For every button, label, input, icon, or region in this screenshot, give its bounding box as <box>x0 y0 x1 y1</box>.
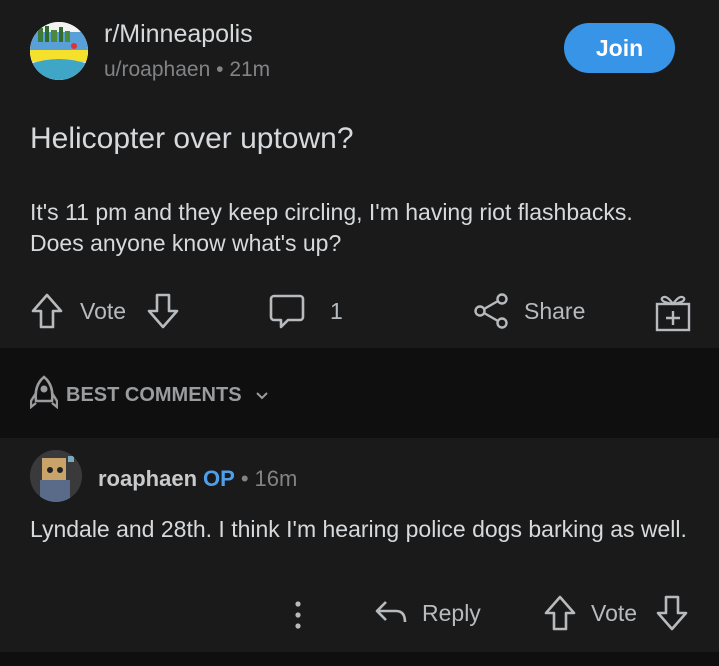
comment-separator: • <box>240 466 249 491</box>
share-label: Share <box>524 297 586 324</box>
comment-actions: Reply Vote <box>0 592 719 638</box>
comment-text: Lyndale and 28th. I think I'm hearing po… <box>30 516 687 542</box>
bottom-divider <box>0 652 719 666</box>
more-vertical-icon <box>288 598 308 632</box>
subreddit-name[interactable]: r/Minneapolis <box>104 20 253 49</box>
comment-time: 16m <box>254 466 298 491</box>
more-options-button[interactable] <box>288 598 308 632</box>
post-actions: Vote 1 Share <box>0 288 719 334</box>
upvote-icon[interactable] <box>30 292 64 330</box>
post-body: It's 11 pm and they keep circling, I'm h… <box>30 199 633 256</box>
comment-upvote-icon[interactable] <box>543 594 577 632</box>
op-badge: OP <box>203 466 235 491</box>
comments-button[interactable]: 1 <box>268 292 343 330</box>
comment-vote-group: Vote <box>543 594 689 632</box>
subreddit-avatar[interactable] <box>30 22 88 80</box>
chevron-down-icon <box>254 384 270 407</box>
sort-label: BEST COMMENTS <box>66 383 242 406</box>
join-button[interactable]: Join <box>564 23 675 73</box>
vote-label: Vote <box>80 297 127 324</box>
gift-icon <box>654 292 692 332</box>
post-time: 21m <box>229 58 271 81</box>
share-icon <box>472 292 510 330</box>
reply-button[interactable]: Reply <box>374 598 481 628</box>
award-button[interactable] <box>654 292 692 332</box>
comment-header: roaphaen OP • 16m <box>98 466 297 492</box>
post-meta: u/roaphaen • 21m <box>104 58 270 82</box>
comment-username[interactable]: roaphaen <box>98 466 197 492</box>
post-card: r/Minneapolis u/roaphaen • 21m Join Heli… <box>0 0 719 348</box>
comment-count: 1 <box>330 297 343 324</box>
post-title: Helicopter over uptown? <box>30 122 354 155</box>
comment-downvote-icon[interactable] <box>655 594 689 632</box>
comment-avatar[interactable] <box>30 450 82 502</box>
post-author[interactable]: u/roaphaen <box>104 58 210 81</box>
meta-separator: • <box>216 58 224 81</box>
share-button[interactable]: Share <box>472 292 585 330</box>
rocket-icon <box>29 375 59 415</box>
sort-comments-dropdown[interactable]: BEST COMMENTS <box>29 375 270 415</box>
reply-icon <box>374 598 408 628</box>
post-vote-group: Vote <box>30 292 180 330</box>
comment-vote-label: Vote <box>591 599 638 626</box>
downvote-icon[interactable] <box>146 292 180 330</box>
reply-label: Reply <box>422 599 481 626</box>
comment-icon <box>268 292 306 330</box>
